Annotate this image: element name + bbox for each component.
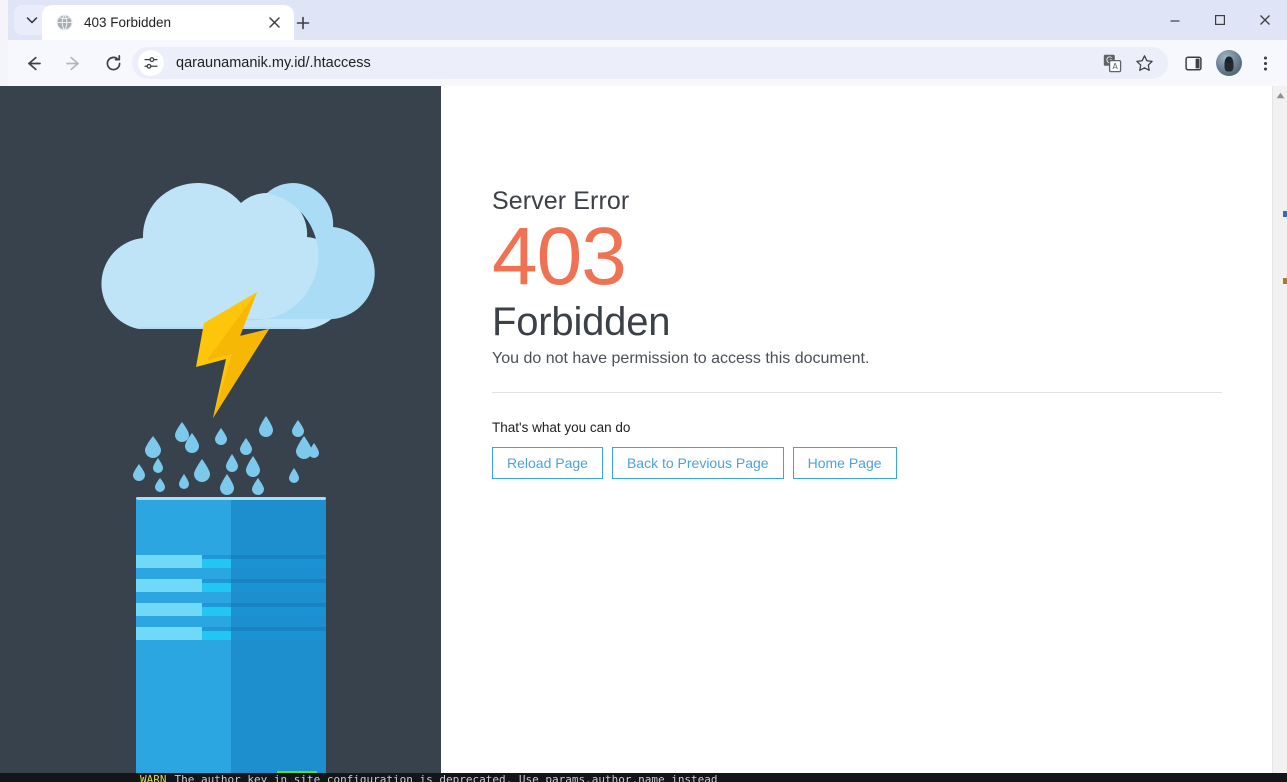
omnibox-actions: G A [1096, 50, 1160, 76]
svg-text:A: A [1112, 61, 1118, 70]
error-content: Server Error 403 Forbidden You do not ha… [492, 86, 1232, 782]
tune-icon [143, 55, 159, 71]
error-description: You do not have permission to access thi… [492, 350, 869, 368]
scrollbar-mark [1283, 278, 1287, 284]
reload-icon [104, 54, 123, 73]
avatar-head [1226, 57, 1232, 63]
chevron-down-icon [26, 14, 38, 26]
forward-arrow-icon [64, 54, 83, 73]
page-scrollbar[interactable] [1272, 86, 1287, 782]
browser-menu-button[interactable] [1249, 47, 1281, 79]
terminal-warn-level: WARN [0, 773, 167, 782]
server-tower [136, 497, 326, 782]
background-strip-dark [0, 86, 8, 782]
star-icon [1135, 54, 1154, 73]
three-dot-menu-icon [1257, 55, 1274, 72]
tab-close-button[interactable] [262, 11, 286, 35]
profile-button[interactable] [1213, 47, 1245, 79]
maximize-icon [1214, 14, 1226, 26]
reload-page-button[interactable]: Reload Page [492, 447, 603, 479]
translate-icon: G A [1103, 54, 1122, 73]
error-code: 403 [492, 216, 626, 298]
home-page-button[interactable]: Home Page [793, 447, 897, 479]
bookmark-button[interactable] [1131, 50, 1157, 76]
avatar [1216, 50, 1242, 76]
raindrops-group [133, 416, 319, 499]
minimize-window-button[interactable] [1152, 0, 1197, 40]
browser-toolbar: qaraunamanik.my.id/.htaccess G A [8, 40, 1287, 86]
illustration-panel [8, 86, 441, 782]
site-info-button[interactable] [138, 50, 164, 76]
back-arrow-icon [24, 54, 43, 73]
terminal-message: The author key in site configuration is … [167, 773, 718, 782]
url-text: qaraunamanik.my.id/.htaccess [176, 55, 371, 71]
scrollbar-mark [1283, 211, 1287, 217]
reload-button[interactable] [97, 47, 129, 79]
back-button[interactable] [17, 47, 49, 79]
tab-strip: 403 Forbidden [8, 0, 1287, 40]
close-window-button[interactable] [1242, 0, 1287, 40]
globe-icon [56, 14, 73, 31]
storm-cloud-server-illustration [8, 86, 441, 782]
address-bar[interactable]: qaraunamanik.my.id/.htaccess G A [132, 47, 1168, 79]
action-buttons: Reload Page Back to Previous Page Home P… [492, 447, 906, 479]
maximize-window-button[interactable] [1197, 0, 1242, 40]
page-viewport: Server Error 403 Forbidden You do not ha… [8, 86, 1287, 782]
tab-title: 403 Forbidden [84, 15, 262, 30]
window-controls [1152, 0, 1287, 40]
plus-icon [296, 16, 310, 30]
close-icon [269, 17, 280, 28]
background-window-strip [0, 0, 8, 782]
back-to-previous-page-button[interactable]: Back to Previous Page [612, 447, 784, 479]
close-window-icon [1259, 14, 1271, 26]
divider [492, 392, 1222, 393]
terminal-output-strip: WARN The author key in site configuratio… [0, 773, 1287, 782]
side-panel-button[interactable] [1177, 47, 1209, 79]
side-panel-icon [1184, 54, 1203, 73]
translate-button[interactable]: G A [1099, 50, 1125, 76]
scrollbar-marks [1273, 86, 1287, 782]
browser-tab-403-forbidden[interactable]: 403 Forbidden [42, 5, 294, 40]
forward-button[interactable] [57, 47, 89, 79]
actions-label: That's what you can do [492, 420, 630, 435]
error-name: Forbidden [492, 299, 670, 345]
toolbar-right-actions [1175, 47, 1283, 79]
browser-window: 403 Forbidden [8, 0, 1287, 782]
minimize-icon [1169, 14, 1181, 26]
new-tab-button[interactable] [289, 9, 317, 37]
